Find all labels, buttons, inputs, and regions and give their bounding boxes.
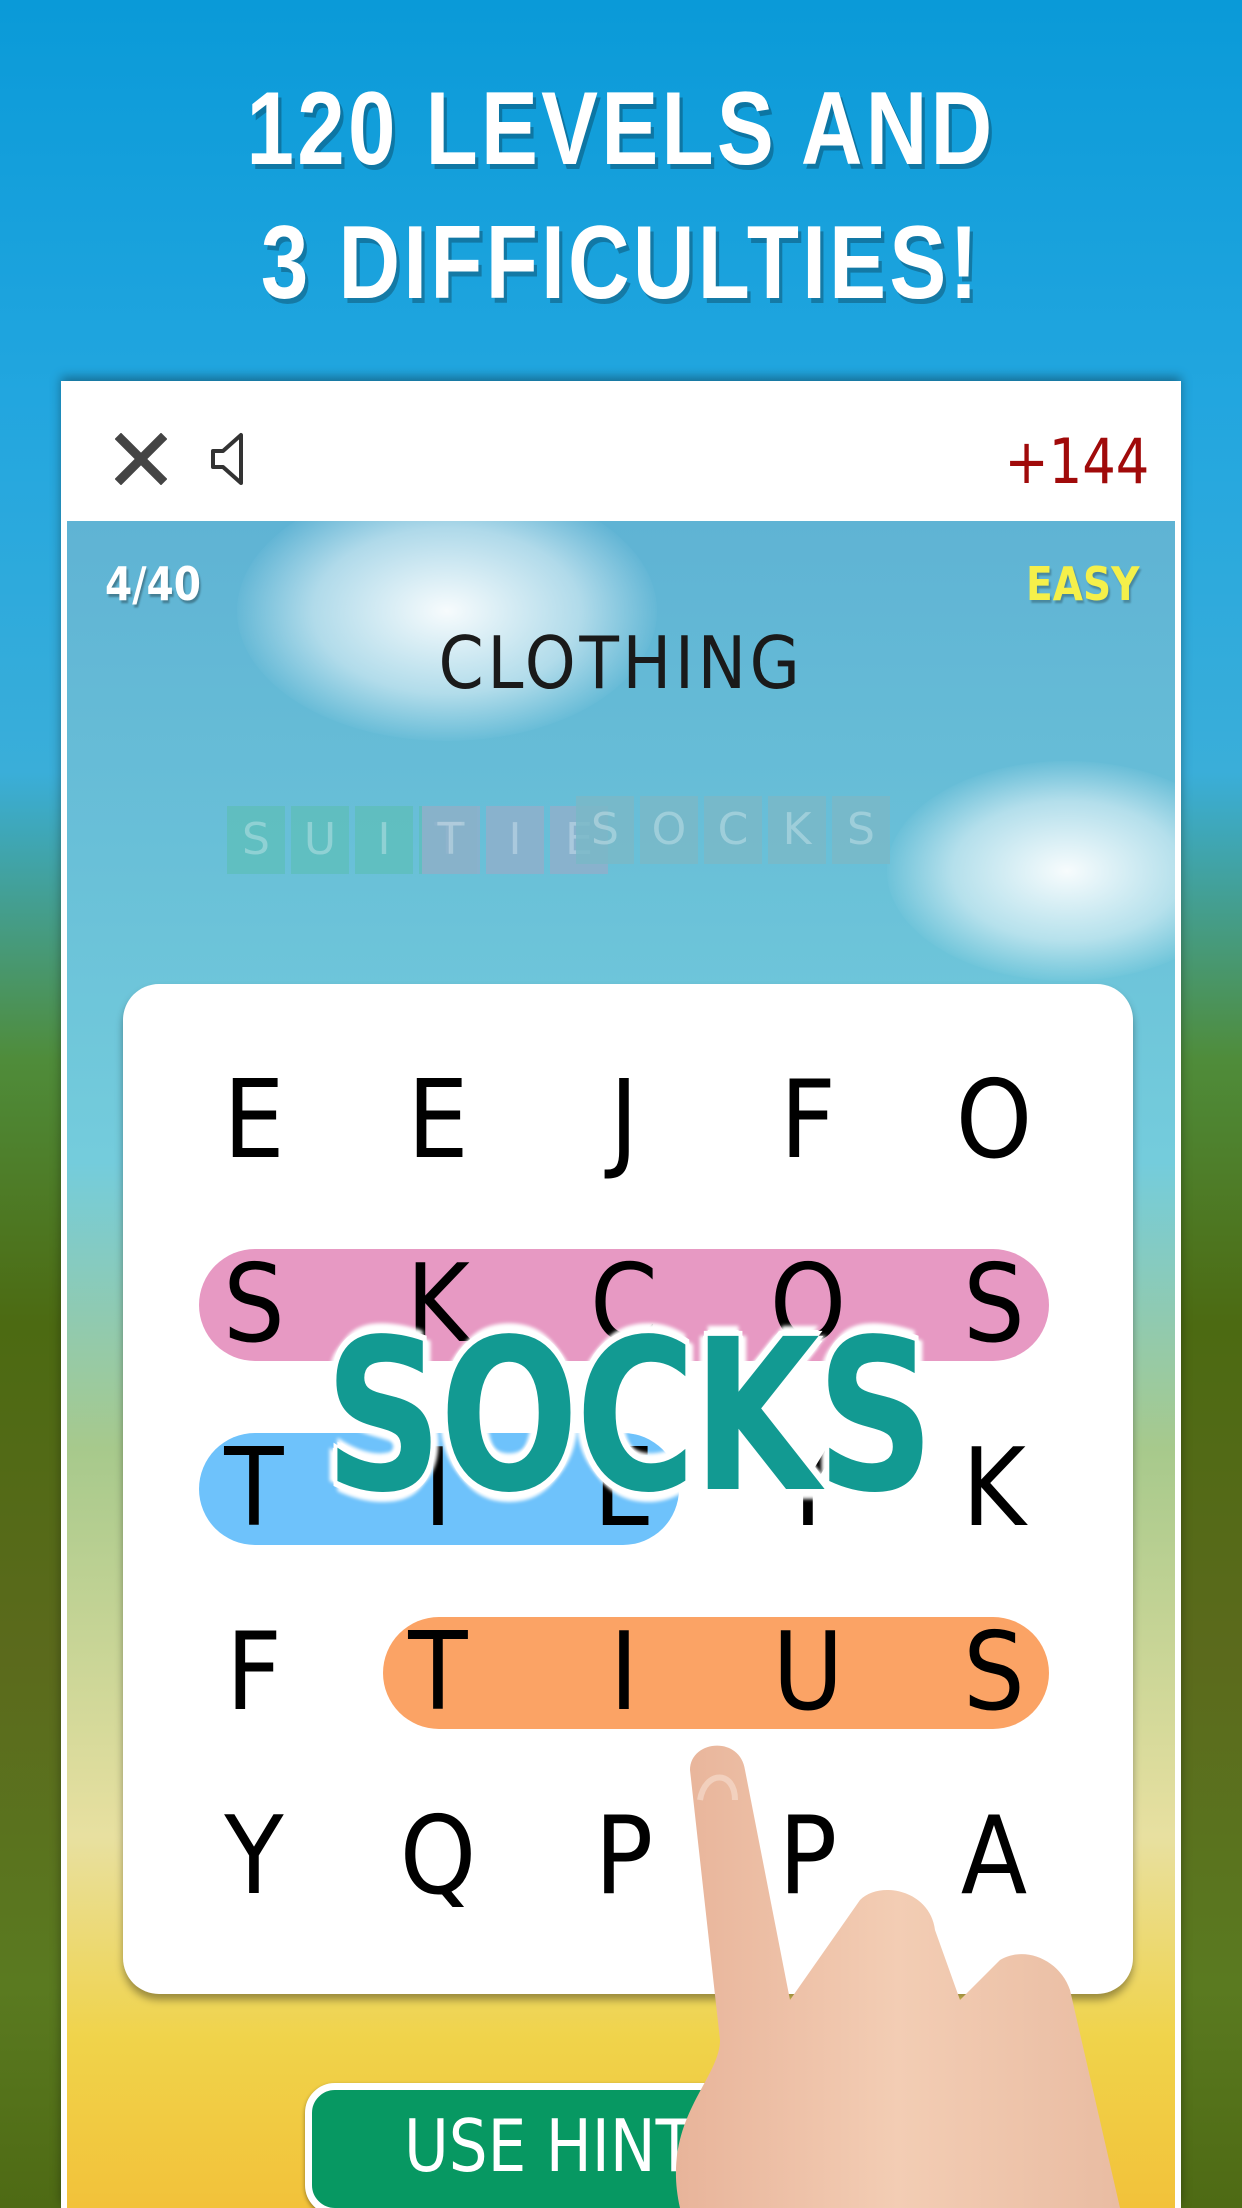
phone-screen: +144 4/40 EASY CLOTHING SUITTIESOCKS EEJ… (61, 381, 1181, 2208)
promo-headline: 120 LEVELS AND 3 DIFFICULTIES! (112, 62, 1130, 330)
grid-cell[interactable]: O (927, 1046, 1062, 1196)
speaker-icon[interactable] (209, 431, 249, 487)
grid-cell[interactable]: F (741, 1046, 876, 1196)
grid-cell[interactable]: I (557, 1598, 692, 1748)
word-tile: T (422, 806, 480, 874)
score-counter: +144 (1004, 425, 1149, 498)
word-tile: I (486, 806, 544, 874)
letter-grid[interactable]: E E J F O S K C O S T I E Y K F T I U S Y Q P P A SOCKS (123, 984, 1133, 1994)
found-word-popup: SOCKS (324, 1294, 935, 1539)
grid-cell[interactable]: F (187, 1598, 322, 1748)
word-tile: S (832, 796, 890, 864)
word-tile: O (640, 796, 698, 864)
category-title: CLOTHING (438, 621, 804, 705)
grid-cell[interactable]: U (741, 1598, 876, 1748)
grid-cell[interactable]: Q (371, 1782, 506, 1932)
grid-cell[interactable]: P (557, 1782, 692, 1932)
use-hint-label: USE HINT (404, 2104, 693, 2188)
grid-cell[interactable]: E (187, 1046, 322, 1196)
level-counter: 4/40 (105, 557, 201, 611)
grid-cell[interactable]: T (371, 1598, 506, 1748)
headline-line-2: 3 DIFFICULTIES! (260, 205, 982, 321)
grid-cell[interactable]: Y (187, 1782, 322, 1932)
close-icon[interactable] (115, 433, 167, 485)
difficulty-label: EASY (1025, 557, 1139, 611)
top-bar: +144 (61, 381, 1181, 521)
word-tile: S (576, 796, 634, 864)
word-list: SUITTIESOCKS (67, 771, 1175, 874)
game-area: 4/40 EASY CLOTHING SUITTIESOCKS EEJFOSKC… (67, 521, 1175, 2208)
word-tile: S (227, 806, 285, 874)
word-tile: K (768, 796, 826, 864)
use-hint-button[interactable]: USE HINT (305, 2083, 839, 2208)
grid-cell[interactable]: A (927, 1782, 1062, 1932)
word-tile: I (355, 806, 413, 874)
word-tile: C (704, 796, 762, 864)
grid-cell[interactable]: E (371, 1046, 506, 1196)
grid-cell[interactable]: P (741, 1782, 876, 1932)
headline-line-1: 120 LEVELS AND (246, 71, 996, 187)
word-tile: U (291, 806, 349, 874)
grid-cell[interactable]: S (927, 1598, 1062, 1748)
grid-cell[interactable]: J (557, 1046, 692, 1196)
